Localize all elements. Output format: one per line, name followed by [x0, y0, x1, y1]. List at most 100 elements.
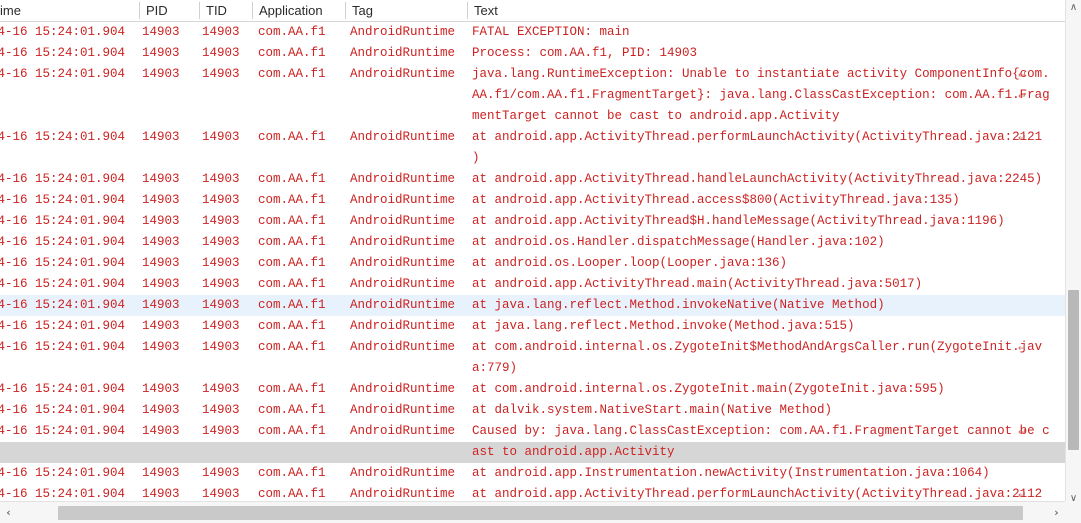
table-row[interactable]: )	[0, 148, 1065, 169]
cell-tag: AndroidRuntime	[350, 277, 456, 291]
cell-time: 04-16 15:24:01.904	[0, 214, 126, 228]
column-header-tag[interactable]: Tag	[345, 0, 467, 21]
cell-pid: 14903	[142, 466, 180, 480]
table-row[interactable]: ast to android.app.Activity	[0, 442, 1065, 463]
table-header: ime PID TID Application Tag Text	[0, 0, 1065, 22]
cell-pid: 14903	[142, 277, 180, 291]
cell-tid: 14903	[202, 172, 240, 186]
cell-time: 04-16 15:24:01.904	[0, 172, 126, 186]
cell-text: at android.os.Handler.dispatchMessage(Ha…	[472, 235, 885, 249]
table-row[interactable]: 04-16 15:24:01.904 14903 14903 com.AA.f1 And…	[0, 295, 1065, 316]
cell-text: a:779)	[472, 361, 518, 375]
cell-application: com.AA.f1	[258, 487, 326, 501]
cell-tid: 14903	[202, 25, 240, 39]
column-header-tid[interactable]: TID	[199, 0, 252, 21]
table-row[interactable]: 04-16 15:24:01.904 14903 14903 com.AA.f1 And…	[0, 274, 1065, 295]
cell-text: )	[472, 151, 480, 165]
cell-tid: 14903	[202, 340, 240, 354]
cell-text: at com.android.internal.os.ZygoteInit$Me…	[472, 340, 1043, 354]
cell-application: com.AA.f1	[258, 298, 326, 312]
cell-tag: AndroidRuntime	[350, 130, 456, 144]
cell-tag: AndroidRuntime	[350, 319, 456, 333]
table-row[interactable]: 04-16 15:24:01.904 14903 14903 com.AA.f1 And…	[0, 337, 1065, 358]
table-row[interactable]: 04-16 15:24:01.904 14903 14903 com.AA.f1 And…	[0, 64, 1065, 85]
cell-application: com.AA.f1	[258, 466, 326, 480]
column-header-time[interactable]: ime	[0, 0, 139, 21]
horizontal-scrollbar[interactable]: ‹ ›	[0, 501, 1065, 523]
table-row[interactable]: 04-16 15:24:01.904 14903 14903 com.AA.f1 And…	[0, 127, 1065, 148]
table-row[interactable]: 04-16 15:24:01.904 14903 14903 com.AA.f1 And…	[0, 463, 1065, 484]
column-header-pid[interactable]: PID	[139, 0, 199, 21]
cell-application: com.AA.f1	[258, 340, 326, 354]
cell-text: at android.app.ActivityThread.handleLaun…	[472, 172, 1043, 186]
table-row[interactable]: 04-16 15:24:01.904 14903 14903 com.AA.f1 And…	[0, 190, 1065, 211]
vertical-scrollbar-thumb[interactable]	[1068, 290, 1079, 450]
cell-time: 04-16 15:24:01.904	[0, 277, 126, 291]
vertical-scrollbar[interactable]: ∧ ∨	[1065, 0, 1081, 523]
table-row[interactable]: 04-16 15:24:01.904 14903 14903 com.AA.f1 And…	[0, 232, 1065, 253]
scroll-left-icon[interactable]: ‹	[0, 502, 17, 523]
cell-application: com.AA.f1	[258, 424, 326, 438]
cell-text: at java.lang.reflect.Method.invokeNative…	[472, 298, 885, 312]
table-row[interactable]: mentTarget cannot be cast to android.app…	[0, 106, 1065, 127]
horizontal-scrollbar-thumb[interactable]	[58, 506, 1023, 520]
cell-tag: AndroidRuntime	[350, 235, 456, 249]
cell-application: com.AA.f1	[258, 46, 326, 60]
cell-text: at android.app.ActivityThread.performLau…	[472, 487, 1043, 501]
cell-pid: 14903	[142, 172, 180, 186]
table-row[interactable]: 04-16 15:24:01.904 14903 14903 com.AA.f1 And…	[0, 400, 1065, 421]
cell-pid: 14903	[142, 298, 180, 312]
table-row[interactable]: 04-16 15:24:01.904 14903 14903 com.AA.f1 And…	[0, 43, 1065, 64]
cell-application: com.AA.f1	[258, 130, 326, 144]
cell-tid: 14903	[202, 382, 240, 396]
cell-text: Caused by: java.lang.ClassCastException:…	[472, 424, 1050, 438]
table-row[interactable]: 04-16 15:24:01.904 14903 14903 com.AA.f1 And…	[0, 253, 1065, 274]
cell-pid: 14903	[142, 382, 180, 396]
cell-time: 04-16 15:24:01.904	[0, 319, 126, 333]
line-wrap-icon: ↵	[1018, 130, 1026, 144]
cell-text: at android.os.Looper.loop(Looper.java:13…	[472, 256, 788, 270]
table-row[interactable]: 04-16 15:24:01.904 14903 14903 com.AA.f1 And…	[0, 316, 1065, 337]
cell-tag: AndroidRuntime	[350, 487, 456, 501]
line-wrap-icon: ↵	[1018, 67, 1026, 81]
cell-tid: 14903	[202, 487, 240, 501]
cell-tag: AndroidRuntime	[350, 298, 456, 312]
scroll-right-icon[interactable]: ›	[1048, 502, 1065, 523]
cell-time: 04-16 15:24:01.904	[0, 403, 126, 417]
cell-tid: 14903	[202, 130, 240, 144]
table-row[interactable]: 04-16 15:24:01.904 14903 14903 com.AA.f1 And…	[0, 484, 1065, 501]
table-row[interactable]: a:779)	[0, 358, 1065, 379]
cell-tag: AndroidRuntime	[350, 403, 456, 417]
table-row[interactable]: 04-16 15:24:01.904 14903 14903 com.AA.f1 And…	[0, 421, 1065, 442]
log-rows-container[interactable]: 04-16 15:24:01.904 14903 14903 com.AA.f1 And…	[0, 22, 1065, 501]
column-header-text[interactable]: Text	[467, 0, 1065, 21]
cell-text: at android.app.ActivityThread$H.handleMe…	[472, 214, 1005, 228]
cell-pid: 14903	[142, 424, 180, 438]
table-row[interactable]: 04-16 15:24:01.904 14903 14903 com.AA.f1 And…	[0, 169, 1065, 190]
cell-time: 04-16 15:24:01.904	[0, 487, 126, 501]
cell-text: at android.app.ActivityThread.performLau…	[472, 130, 1043, 144]
cell-time: 04-16 15:24:01.904	[0, 67, 126, 81]
table-row[interactable]: AA.f1/com.AA.f1.FragmentTarget}: java.la…	[0, 85, 1065, 106]
table-row[interactable]: 04-16 15:24:01.904 14903 14903 com.AA.f1 And…	[0, 211, 1065, 232]
table-row[interactable]: 04-16 15:24:01.904 14903 14903 com.AA.f1 And…	[0, 379, 1065, 400]
column-header-application[interactable]: Application	[252, 0, 345, 21]
cell-pid: 14903	[142, 67, 180, 81]
cell-tid: 14903	[202, 67, 240, 81]
cell-application: com.AA.f1	[258, 319, 326, 333]
cell-time: 04-16 15:24:01.904	[0, 424, 126, 438]
cell-time: 04-16 15:24:01.904	[0, 340, 126, 354]
cell-tag: AndroidRuntime	[350, 214, 456, 228]
cell-text: at com.android.internal.os.ZygoteInit.ma…	[472, 382, 945, 396]
cell-application: com.AA.f1	[258, 235, 326, 249]
cell-pid: 14903	[142, 25, 180, 39]
table-row[interactable]: 04-16 15:24:01.904 14903 14903 com.AA.f1 And…	[0, 22, 1065, 43]
scroll-up-icon[interactable]: ∧	[1066, 0, 1081, 16]
cell-tid: 14903	[202, 235, 240, 249]
cell-tag: AndroidRuntime	[350, 382, 456, 396]
cell-text: mentTarget cannot be cast to android.app…	[472, 109, 840, 123]
cell-pid: 14903	[142, 403, 180, 417]
cell-time: 04-16 15:24:01.904	[0, 382, 126, 396]
cell-text: Process: com.AA.f1, PID: 14903	[472, 46, 698, 60]
cell-time: 04-16 15:24:01.904	[0, 25, 126, 39]
